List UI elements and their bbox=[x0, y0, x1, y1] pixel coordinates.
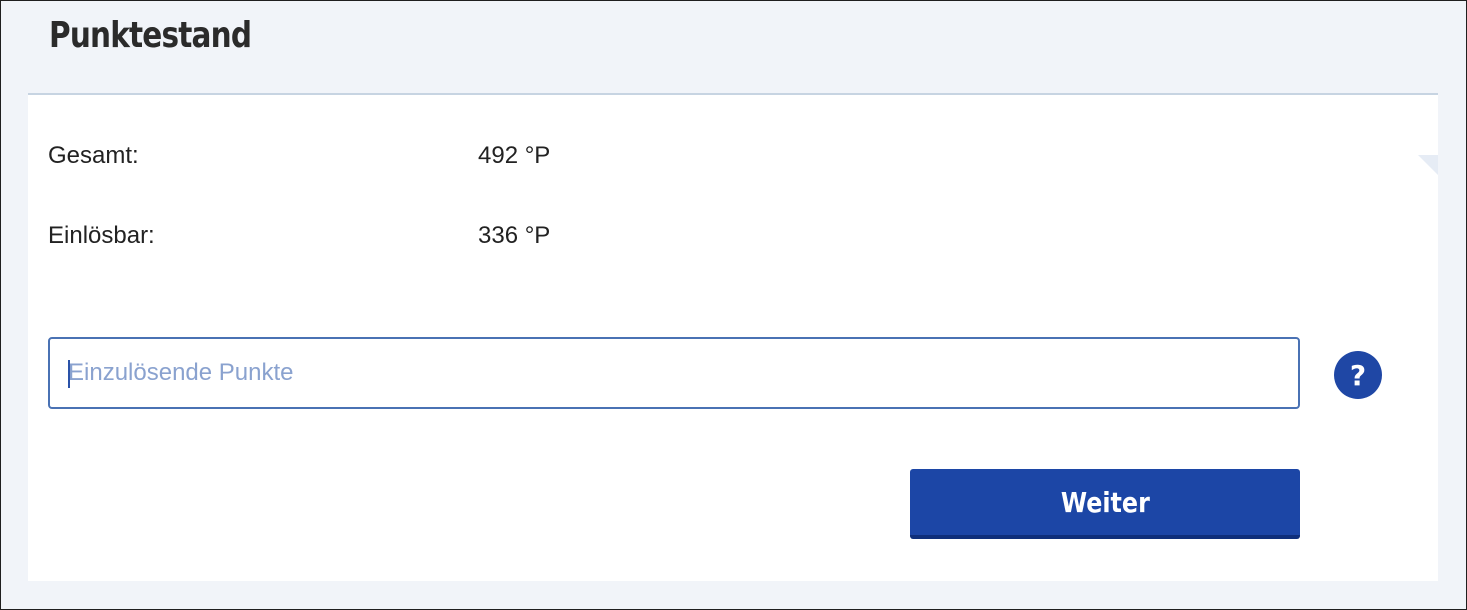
page-title: Punktestand bbox=[49, 15, 252, 56]
help-icon[interactable]: ? bbox=[1334, 351, 1382, 399]
total-points-label: Gesamt: bbox=[48, 142, 139, 169]
points-to-redeem-input[interactable] bbox=[48, 337, 1300, 409]
total-points-value: 492 °P bbox=[478, 142, 551, 169]
continue-button[interactable]: Weiter bbox=[910, 469, 1300, 539]
corner-fold-decoration bbox=[1418, 155, 1438, 175]
points-card: Gesamt: 492 °P Einlösbar: 336 °P ? Weite… bbox=[28, 93, 1438, 581]
redeemable-points-label: Einlösbar: bbox=[48, 222, 155, 249]
text-caret bbox=[68, 360, 70, 388]
continue-button-label: Weiter bbox=[1060, 485, 1150, 519]
question-mark-icon: ? bbox=[1349, 358, 1367, 392]
points-panel: Punktestand Gesamt: 492 °P Einlösbar: 33… bbox=[0, 0, 1467, 610]
redeemable-points-value: 336 °P bbox=[478, 222, 551, 249]
